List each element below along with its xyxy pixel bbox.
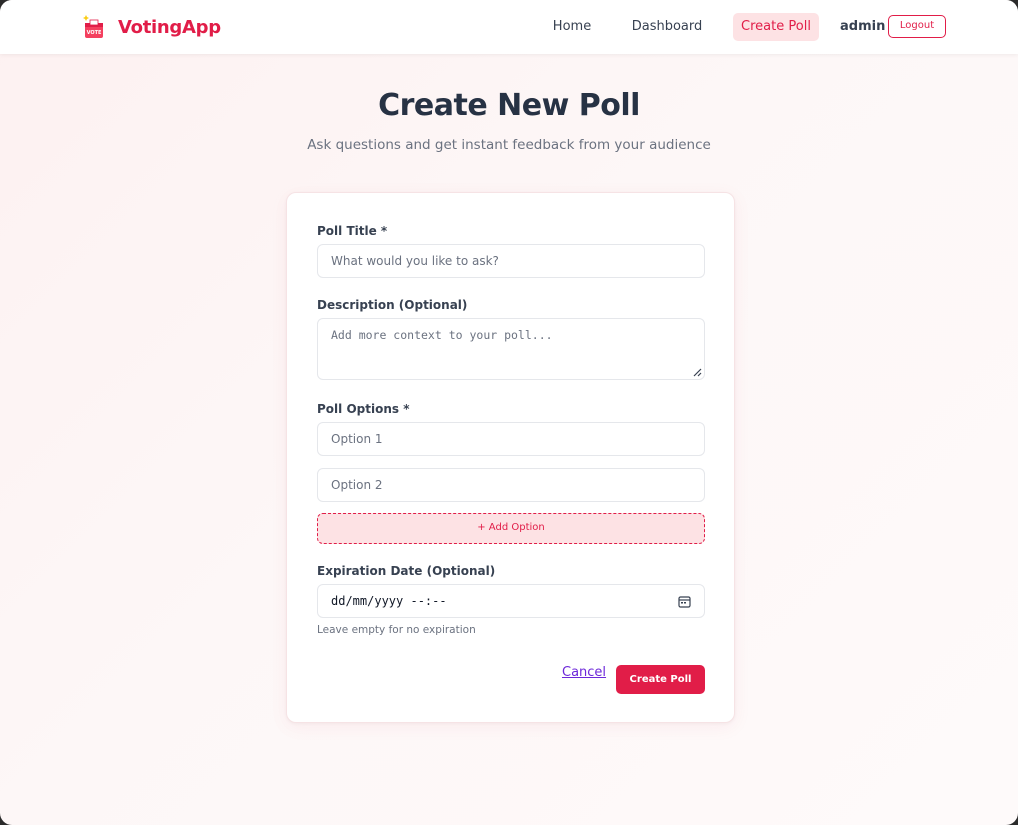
add-option-button[interactable]: + Add Option [317,513,705,544]
brand-name: VotingApp [118,16,221,38]
create-poll-form: Poll Title * What would you like to ask?… [286,192,735,723]
nav-create-poll[interactable]: Create Poll [733,13,819,41]
resize-handle-icon[interactable] [692,367,702,377]
expiration-hint: Leave empty for no expiration [317,624,476,636]
ballot-box-icon: VOTE [82,14,106,40]
expiration-label: Expiration Date (Optional) [317,564,496,578]
page-subtitle: Ask questions and get instant feedback f… [307,137,711,153]
top-navbar: VOTE VotingApp Home Dashboard Create Pol… [0,0,1018,54]
app-window: VOTE VotingApp Home Dashboard Create Pol… [0,0,1018,825]
poll-title-placeholder: What would you like to ask? [331,254,499,268]
username: admin [840,19,886,34]
option-1-placeholder: Option 1 [331,432,383,446]
poll-options-label: Poll Options * [317,402,410,416]
nav-dashboard[interactable]: Dashboard [629,13,705,41]
description-placeholder: Add more context to your poll... [331,328,553,342]
option-2-placeholder: Option 2 [331,478,383,492]
expiration-date-input[interactable]: dd/mm/yyyy --:-- [317,584,705,618]
logo-badge-text: VOTE [87,30,102,36]
nav-home[interactable]: Home [548,13,596,41]
description-label: Description (Optional) [317,298,468,312]
calendar-icon[interactable] [678,595,691,608]
description-textarea[interactable]: Add more context to your poll... [317,318,705,380]
option-1-input[interactable]: Option 1 [317,422,705,456]
poll-title-input[interactable]: What would you like to ask? [317,244,705,278]
create-poll-button[interactable]: Create Poll [616,665,705,694]
poll-title-label: Poll Title * [317,224,388,238]
page-title: Create New Poll [378,88,640,123]
option-2-input[interactable]: Option 2 [317,468,705,502]
expiration-date-display: dd/mm/yyyy --:-- [331,594,447,608]
cancel-link[interactable]: Cancel [562,665,606,680]
brand[interactable]: VOTE VotingApp [82,12,221,42]
logout-button[interactable]: Logout [888,15,946,38]
